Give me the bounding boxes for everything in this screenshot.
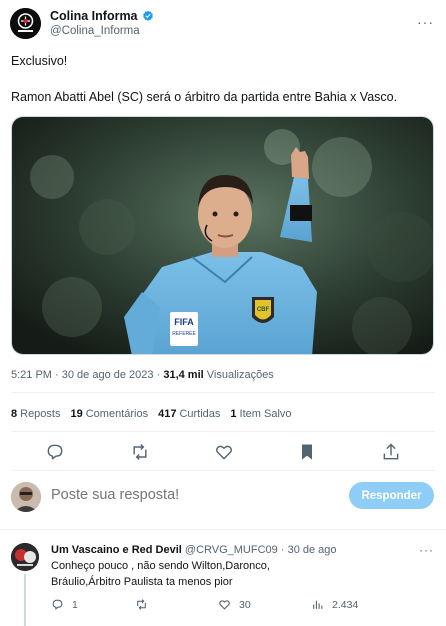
reply-likes-count: 30 xyxy=(239,598,251,611)
saves-count: 1 xyxy=(230,408,237,420)
reply-author-handle[interactable]: @CRVG_MUFC09 xyxy=(185,544,278,556)
reposts-label: Reposts xyxy=(20,408,61,420)
reply-views-count: 2.434 xyxy=(332,598,359,611)
reply-reply-action[interactable]: 1 xyxy=(51,598,78,611)
reply-text-line-1: Conheço pouco , não sendo Wilton,Daronco… xyxy=(51,560,270,572)
thread-line xyxy=(24,574,26,626)
tweet-detail: Colina Informa @Colina_Informa ··· Exclu… xyxy=(0,0,446,626)
like-icon xyxy=(219,600,230,610)
author-block: Colina Informa @Colina_Informa xyxy=(50,9,154,37)
likes-label: Curtidas xyxy=(179,408,221,420)
tweet-date[interactable]: 30 de ago de 2023 xyxy=(62,369,154,381)
views-chart-icon xyxy=(313,600,323,609)
reply-like-action[interactable]: 30 xyxy=(218,598,251,611)
tweet-image[interactable]: FIFA REFEREE CBF xyxy=(11,116,434,355)
engagement-stats: 8 Reposts 19 Comentários 417 Curtidas 1 Item… xyxy=(11,408,292,420)
reply-views-action[interactable]: 2.434 xyxy=(311,598,358,611)
reply-text-line-2: Bráulio,Árbitro Paulista ta menos pior xyxy=(51,575,233,588)
reply-author-avatar[interactable] xyxy=(11,543,39,571)
cbf-badge-text: CBF xyxy=(257,307,270,313)
tweet-action-bar xyxy=(0,442,446,464)
saves-stat[interactable]: 1 Item Salvo xyxy=(230,408,291,420)
saves-label: Item Salvo xyxy=(239,408,292,420)
fifa-badge-subtext: REFEREE xyxy=(172,331,196,337)
views-count: 31,4 mil xyxy=(163,369,204,381)
reposts-stat[interactable]: 8 Reposts xyxy=(11,408,60,420)
reply-author-name[interactable]: Um Vascaino e Red Devil xyxy=(51,544,182,556)
comments-label: Comentários xyxy=(85,408,149,420)
reply-more-options-icon[interactable]: ··· xyxy=(419,543,434,557)
like-icon[interactable] xyxy=(214,442,234,462)
likes-stat[interactable]: 417 Curtidas xyxy=(158,408,220,420)
divider xyxy=(0,529,446,530)
current-user-avatar[interactable] xyxy=(11,482,41,512)
comments-stat[interactable]: 19 Comentários xyxy=(70,408,148,420)
reply-repost-action[interactable] xyxy=(135,598,156,611)
views-label: Visualizações xyxy=(206,369,274,381)
verified-badge-icon xyxy=(142,10,153,21)
divider xyxy=(11,470,435,471)
tweet-meta: 5:21 PM · 30 de ago de 2023 · 31,4 mil V… xyxy=(11,369,274,381)
reply-icon xyxy=(52,599,63,610)
fifa-badge-text: FIFA xyxy=(174,317,194,327)
more-options-icon[interactable]: ··· xyxy=(417,14,434,30)
author-handle[interactable]: @Colina_Informa xyxy=(50,25,154,37)
reply-replies-count: 1 xyxy=(72,598,78,611)
repost-icon[interactable] xyxy=(130,442,150,462)
repost-icon xyxy=(137,599,146,610)
author-name[interactable]: Colina Informa xyxy=(50,9,138,23)
share-icon[interactable] xyxy=(381,442,401,462)
likes-count: 417 xyxy=(158,408,177,420)
reply-icon[interactable] xyxy=(45,442,65,462)
reply-date[interactable]: 30 de ago xyxy=(288,544,337,556)
reply-input[interactable] xyxy=(51,487,301,503)
tweet-text-line-2: Ramon Abatti Abel (SC) será o árbitro da… xyxy=(11,90,398,104)
reposts-count: 8 xyxy=(11,408,18,420)
author-name-row[interactable]: Colina Informa xyxy=(50,9,154,23)
tweet-time[interactable]: 5:21 PM xyxy=(11,369,52,381)
reply-action-bar: 1 30 2.434 xyxy=(51,598,431,614)
reply-text: Conheço pouco , não sendo Wilton,Daronco… xyxy=(51,559,411,590)
divider xyxy=(11,392,435,393)
tweet-text-line-1: Exclusivo! xyxy=(11,54,68,68)
reply-header: Um Vascaino e Red Devil @CRVG_MUFC09 · 3… xyxy=(51,544,337,556)
bookmark-icon[interactable] xyxy=(297,442,317,462)
author-avatar[interactable] xyxy=(10,8,41,39)
comments-count: 19 xyxy=(70,408,83,420)
reply-submit-button[interactable]: Responder xyxy=(349,482,434,509)
divider xyxy=(11,431,435,432)
